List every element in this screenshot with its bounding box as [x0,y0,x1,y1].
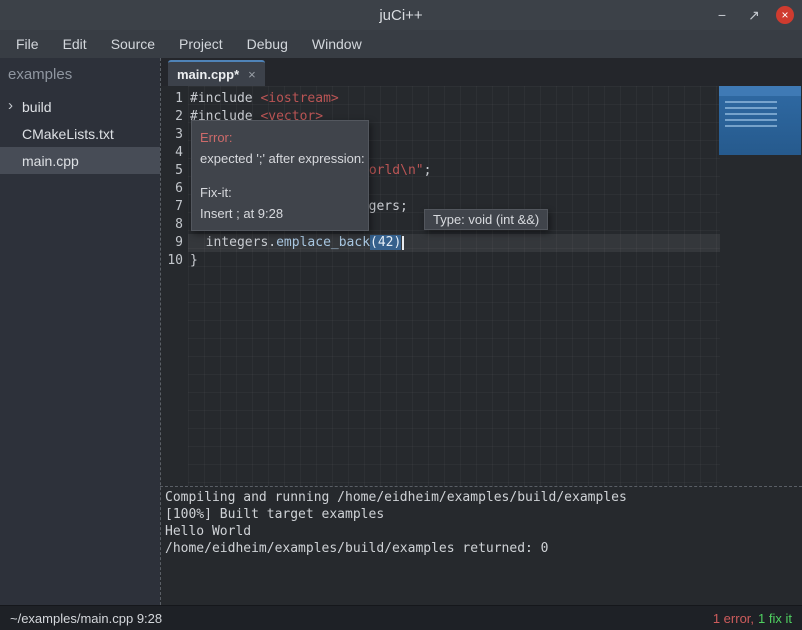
terminal-line: /home/eidheim/examples/build/examples re… [165,540,802,557]
terminal-pane[interactable]: Compiling and running /home/eidheim/exam… [161,487,802,605]
window-controls: − ↗ × [712,0,794,30]
open-paren-highlight: ( [370,235,378,250]
method-name: emplace_back [276,235,370,250]
title-bar: juCi++ − ↗ × [0,0,802,30]
file-tree-sidebar: examples › build CMakeLists.txt main.cpp [0,58,160,605]
tab-close-icon[interactable]: × [248,67,256,82]
app-window: juCi++ − ↗ × File Edit Source Project De… [0,0,802,630]
line-number: 7 [161,198,188,216]
menu-item-debug[interactable]: Debug [235,30,300,58]
menu-item-file[interactable]: File [4,30,51,58]
project-name-header: examples [0,58,160,93]
tree-item-maincpp[interactable]: main.cpp [0,147,160,174]
chevron-right-icon[interactable]: › [8,93,13,120]
tab-label: main.cpp* [177,67,239,82]
fixit-count: 1 fix it [758,611,792,626]
tab-bar: main.cpp* × [161,58,802,86]
overview-thumbnail [719,86,801,155]
dot-operator: . [268,235,276,250]
diagnostics-status: 1 error, 1 fix it [713,611,792,626]
overview-code-lines [725,101,777,127]
semicolon: ; [424,163,432,178]
line-number: 6 [161,180,188,198]
line-number: 8 [161,216,188,234]
type-tooltip: Type: void (int &&) [424,209,548,230]
close-button[interactable]: × [776,6,794,24]
window-title: juCi++ [0,7,802,24]
error-title: Error: [200,127,360,148]
menu-item-project[interactable]: Project [167,30,235,58]
fixit-action: Insert ; at 9:28 [200,203,360,224]
terminal-resize-handle[interactable] [160,486,802,487]
text-cursor [402,236,404,250]
error-message: expected ';' after expression: [200,148,360,169]
tree-item-label: build [22,99,52,115]
tooltip-spacer [200,169,360,182]
line-number: 2 [161,108,188,126]
terminal-line: Compiling and running /home/eidheim/exam… [165,489,802,506]
line-number: 4 [161,144,188,162]
maximize-button[interactable]: ↗ [744,5,764,25]
status-bar: ~/examples/main.cpp 9:28 1 error, 1 fix i… [0,605,802,630]
line-number: 1 [161,90,188,108]
menu-bar: File Edit Source Project Debug Window [0,30,802,58]
menu-item-source[interactable]: Source [99,30,167,58]
line-number: 9 [161,234,188,252]
line-number: 10 [161,252,188,270]
code-line-1: #include <iostream> [188,90,720,108]
string-fragment: World\n" [361,163,424,178]
closing-brace: } [190,253,198,268]
menu-item-window[interactable]: Window [300,30,374,58]
tree-item-label: CMakeLists.txt [22,126,114,142]
include-directive: #include [190,91,260,106]
terminal-line: [100%] Built target examples [165,506,802,523]
line-number-gutter: 1 2 3 4 5 6 7 8 9 10 [161,86,188,486]
tab-maincpp[interactable]: main.cpp* × [168,60,265,86]
diagnostic-tooltip: Error: expected ';' after expression: Fi… [191,120,369,231]
line-number: 5 [161,162,188,180]
code-line-10: } [188,252,720,270]
tree-item-build[interactable]: › build [0,93,160,120]
error-count: 1 error, [713,611,754,626]
tree-item-cmakelists[interactable]: CMakeLists.txt [0,120,160,147]
minimize-button[interactable]: − [712,5,732,25]
file-location-status: ~/examples/main.cpp 9:28 [10,611,162,626]
close-paren-highlight: ) [394,235,402,250]
code-line-9-current: integers.emplace_back(42) [188,234,720,252]
argument-value: 42 [378,235,394,250]
identifier: integers [190,235,268,250]
header-name: <iostream> [260,91,338,106]
editor-pane[interactable]: 1 2 3 4 5 6 7 8 9 10 #include <iostream>… [161,86,802,486]
line-number: 3 [161,126,188,144]
menu-item-edit[interactable]: Edit [51,30,99,58]
tree-item-label: main.cpp [22,153,79,169]
overview-header-bar [719,86,801,96]
fixit-label: Fix-it: [200,182,360,203]
sidebar-resize-handle[interactable] [160,58,161,605]
terminal-line: Hello World [165,523,802,540]
